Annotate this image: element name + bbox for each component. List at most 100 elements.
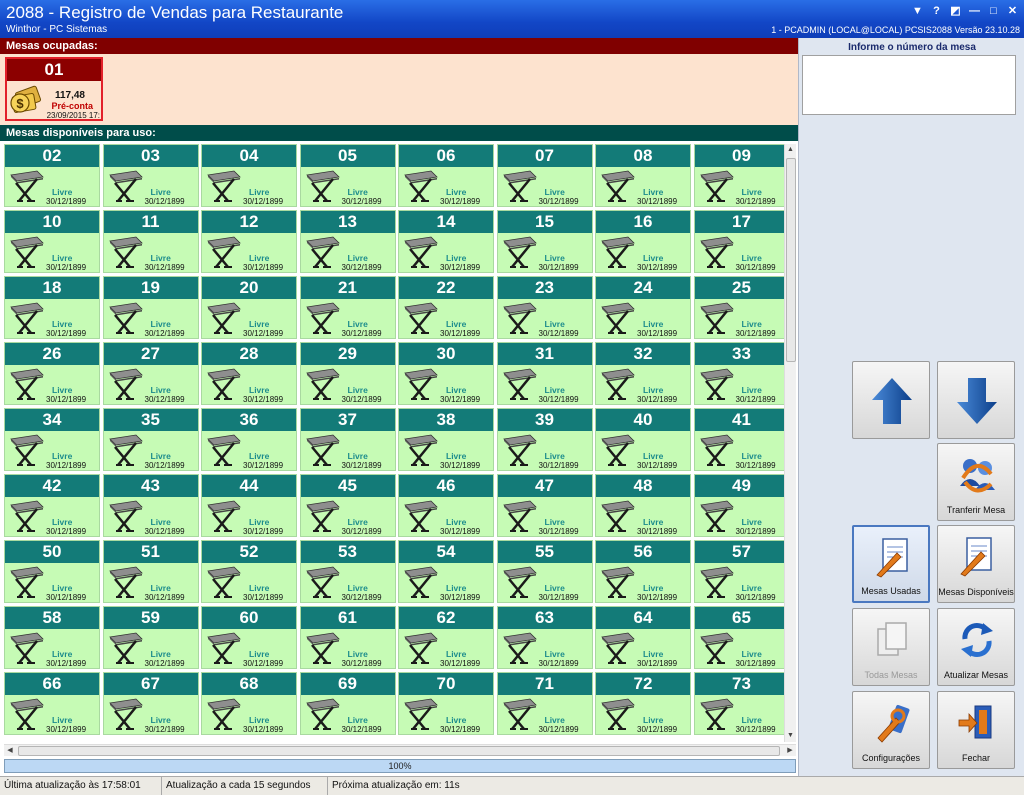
table-card[interactable]: 02 Livre 30/12/1899 [4, 144, 100, 207]
scroll-up-button[interactable] [852, 361, 930, 439]
scroll-down-icon[interactable]: ▼ [785, 730, 796, 742]
table-card[interactable]: 47 Livre 30/12/1899 [496, 474, 593, 537]
vertical-scrollbar[interactable]: ▲ ▼ [784, 144, 796, 742]
refresh-tables-button[interactable]: Atualizar Mesas [937, 608, 1015, 686]
table-card[interactable]: 25 Livre 30/12/1899 [693, 276, 784, 339]
table-card[interactable]: 69 Livre 30/12/1899 [299, 672, 396, 735]
table-card[interactable]: 73 Livre 30/12/1899 [693, 672, 784, 735]
table-card[interactable]: 48 Livre 30/12/1899 [595, 474, 691, 537]
table-date: 23/09/2015 17: [46, 111, 100, 120]
table-card[interactable]: 45 Livre 30/12/1899 [299, 474, 396, 537]
scroll-right-icon[interactable]: ▶ [784, 745, 796, 757]
table-card[interactable]: 72 Livre 30/12/1899 [595, 672, 691, 735]
table-card[interactable]: 04 Livre 30/12/1899 [201, 144, 297, 207]
table-card[interactable]: 38 Livre 30/12/1899 [398, 408, 494, 471]
scroll-thumb-h[interactable] [18, 746, 780, 756]
table-card[interactable]: 51 Livre 30/12/1899 [102, 540, 199, 603]
close-window-button[interactable]: ✕ [1005, 4, 1020, 19]
table-card[interactable]: 40 Livre 30/12/1899 [595, 408, 691, 471]
table-card[interactable]: 56 Livre 30/12/1899 [595, 540, 691, 603]
table-card[interactable]: 46 Livre 30/12/1899 [398, 474, 494, 537]
table-card[interactable]: 58 Livre 30/12/1899 [4, 606, 100, 669]
table-card[interactable]: 62 Livre 30/12/1899 [398, 606, 494, 669]
table-card[interactable]: 32 Livre 30/12/1899 [595, 342, 691, 405]
table-card[interactable]: 63 Livre 30/12/1899 [496, 606, 593, 669]
table-card[interactable]: 14 Livre 30/12/1899 [398, 210, 494, 273]
table-card[interactable]: 68 Livre 30/12/1899 [201, 672, 297, 735]
table-card[interactable]: 06 Livre 30/12/1899 [398, 144, 494, 207]
table-card[interactable]: 35 Livre 30/12/1899 [102, 408, 199, 471]
table-card[interactable]: 19 Livre 30/12/1899 [102, 276, 199, 339]
table-card[interactable]: 43 Livre 30/12/1899 [102, 474, 199, 537]
horizontal-scrollbar[interactable]: ◀ ▶ [4, 744, 796, 756]
table-card[interactable]: 65 Livre 30/12/1899 [693, 606, 784, 669]
table-card[interactable]: 30 Livre 30/12/1899 [398, 342, 494, 405]
table-card[interactable]: 23 Livre 30/12/1899 [496, 276, 593, 339]
table-card[interactable]: 27 Livre 30/12/1899 [102, 342, 199, 405]
restore-icon[interactable]: ◩ [948, 4, 963, 19]
table-card[interactable]: 37 Livre 30/12/1899 [299, 408, 396, 471]
table-card[interactable]: 67 Livre 30/12/1899 [102, 672, 199, 735]
maximize-button[interactable]: □ [986, 4, 1001, 19]
table-card[interactable]: 34 Livre 30/12/1899 [4, 408, 100, 471]
table-card[interactable]: 28 Livre 30/12/1899 [201, 342, 297, 405]
table-card[interactable]: 55 Livre 30/12/1899 [496, 540, 593, 603]
table-card[interactable]: 15 Livre 30/12/1899 [496, 210, 593, 273]
table-card[interactable]: 42 Livre 30/12/1899 [4, 474, 100, 537]
scroll-left-icon[interactable]: ◀ [4, 745, 16, 757]
help-icon[interactable]: ? [929, 4, 944, 19]
table-card[interactable]: 70 Livre 30/12/1899 [398, 672, 494, 735]
table-card[interactable]: 60 Livre 30/12/1899 [201, 606, 297, 669]
table-card[interactable]: 17 Livre 30/12/1899 [693, 210, 784, 273]
table-card[interactable]: 29 Livre 30/12/1899 [299, 342, 396, 405]
table-card[interactable]: 08 Livre 30/12/1899 [595, 144, 691, 207]
settings-button[interactable]: Configurações [852, 691, 930, 769]
menu-dropdown-icon[interactable]: ▼ [910, 4, 925, 19]
table-card[interactable]: 49 Livre 30/12/1899 [693, 474, 784, 537]
transfer-table-button[interactable]: Tranferir Mesa [937, 443, 1015, 521]
table-card[interactable]: 13 Livre 30/12/1899 [299, 210, 396, 273]
table-card[interactable]: 12 Livre 30/12/1899 [201, 210, 297, 273]
table-card[interactable]: 41 Livre 30/12/1899 [693, 408, 784, 471]
table-card[interactable]: 11 Livre 30/12/1899 [102, 210, 199, 273]
table-card[interactable]: 52 Livre 30/12/1899 [201, 540, 297, 603]
table-card[interactable]: 26 Livre 30/12/1899 [4, 342, 100, 405]
table-card[interactable]: 09 Livre 30/12/1899 [693, 144, 784, 207]
table-card[interactable]: 59 Livre 30/12/1899 [102, 606, 199, 669]
table-card[interactable]: 20 Livre 30/12/1899 [201, 276, 297, 339]
all-tables-button[interactable]: Todas Mesas [852, 608, 930, 686]
table-card[interactable]: 64 Livre 30/12/1899 [595, 606, 691, 669]
table-card[interactable]: 18 Livre 30/12/1899 [4, 276, 100, 339]
table-card[interactable]: 10 Livre 30/12/1899 [4, 210, 100, 273]
table-card[interactable]: 24 Livre 30/12/1899 [595, 276, 691, 339]
table-card[interactable]: 33 Livre 30/12/1899 [693, 342, 784, 405]
table-card[interactable]: 61 Livre 30/12/1899 [299, 606, 396, 669]
table-card[interactable]: 07 Livre 30/12/1899 [496, 144, 593, 207]
table-card[interactable]: 05 Livre 30/12/1899 [299, 144, 396, 207]
scroll-thumb[interactable] [786, 158, 796, 362]
available-tables-button[interactable]: Mesas Disponíveis [937, 525, 1015, 603]
table-card[interactable]: 03 Livre 30/12/1899 [102, 144, 199, 207]
scroll-up-icon[interactable]: ▲ [785, 144, 796, 156]
occupied-table-card[interactable]: 01 $ 117,48 Pré-conta 23/09/2015 17: [5, 57, 103, 121]
table-card[interactable]: 71 Livre 30/12/1899 [496, 672, 593, 735]
used-tables-button[interactable]: Mesas Usadas [852, 525, 930, 603]
table-card[interactable]: 16 Livre 30/12/1899 [595, 210, 691, 273]
table-card[interactable]: 21 Livre 30/12/1899 [299, 276, 396, 339]
close-button[interactable]: Fechar [937, 691, 1015, 769]
table-status: Livre [741, 385, 762, 395]
table-card[interactable]: 44 Livre 30/12/1899 [201, 474, 297, 537]
table-card[interactable]: 22 Livre 30/12/1899 [398, 276, 494, 339]
table-card[interactable]: 50 Livre 30/12/1899 [4, 540, 100, 603]
table-card[interactable]: 31 Livre 30/12/1899 [496, 342, 593, 405]
title-bar[interactable]: 2088 - Registro de Vendas para Restauran… [0, 0, 1024, 38]
scroll-down-button[interactable] [937, 361, 1015, 439]
table-number-input[interactable] [802, 55, 1016, 115]
table-card[interactable]: 53 Livre 30/12/1899 [299, 540, 396, 603]
table-card[interactable]: 66 Livre 30/12/1899 [4, 672, 100, 735]
minimize-button[interactable]: — [967, 4, 982, 19]
table-card[interactable]: 57 Livre 30/12/1899 [693, 540, 784, 603]
table-card[interactable]: 36 Livre 30/12/1899 [201, 408, 297, 471]
table-card[interactable]: 39 Livre 30/12/1899 [496, 408, 593, 471]
table-card[interactable]: 54 Livre 30/12/1899 [398, 540, 494, 603]
